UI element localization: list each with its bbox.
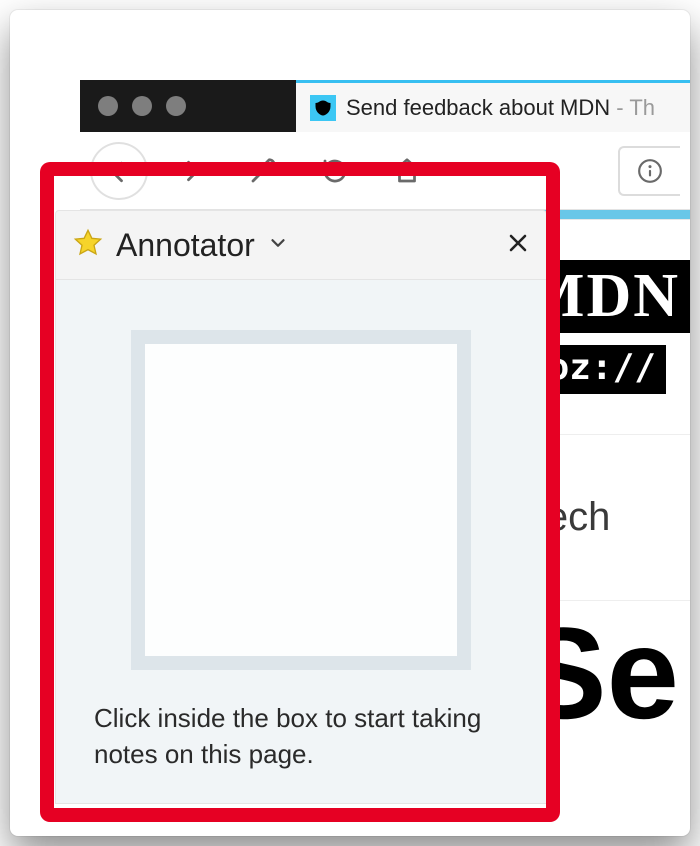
tab-strip: Send feedback about MDN - Th bbox=[296, 80, 690, 132]
reload-button[interactable] bbox=[308, 144, 362, 198]
close-window-button[interactable] bbox=[98, 96, 118, 116]
close-sidebar-button[interactable] bbox=[506, 231, 530, 260]
sidebar-hint-text: Click inside the box to start taking not… bbox=[94, 700, 508, 773]
sidebar-header: Annotator bbox=[55, 210, 547, 280]
sidebar-title: Annotator bbox=[116, 227, 255, 264]
annotator-sidebar: Annotator Click inside the box to start … bbox=[55, 210, 547, 804]
zoom-window-button[interactable] bbox=[166, 96, 186, 116]
forward-button[interactable] bbox=[164, 144, 218, 198]
nav-toolbar bbox=[80, 132, 690, 210]
screenshot-frame: Send feedback about MDN - Th bbox=[10, 10, 690, 836]
sidebar-body: Click inside the box to start taking not… bbox=[55, 280, 547, 804]
active-tab[interactable]: Send feedback about MDN - Th bbox=[310, 95, 655, 121]
home-button[interactable] bbox=[380, 144, 434, 198]
note-input-box[interactable] bbox=[131, 330, 471, 670]
developer-button[interactable] bbox=[236, 144, 290, 198]
back-button[interactable] bbox=[92, 144, 146, 198]
minimize-window-button[interactable] bbox=[132, 96, 152, 116]
tab-title: Send feedback about MDN - Th bbox=[346, 95, 655, 121]
titlebar: Send feedback about MDN - Th bbox=[80, 80, 690, 132]
tab-favicon bbox=[310, 95, 336, 121]
chevron-down-icon[interactable] bbox=[267, 232, 289, 259]
star-icon bbox=[72, 227, 104, 264]
window-controls bbox=[80, 80, 296, 132]
site-info-button[interactable] bbox=[618, 146, 680, 196]
